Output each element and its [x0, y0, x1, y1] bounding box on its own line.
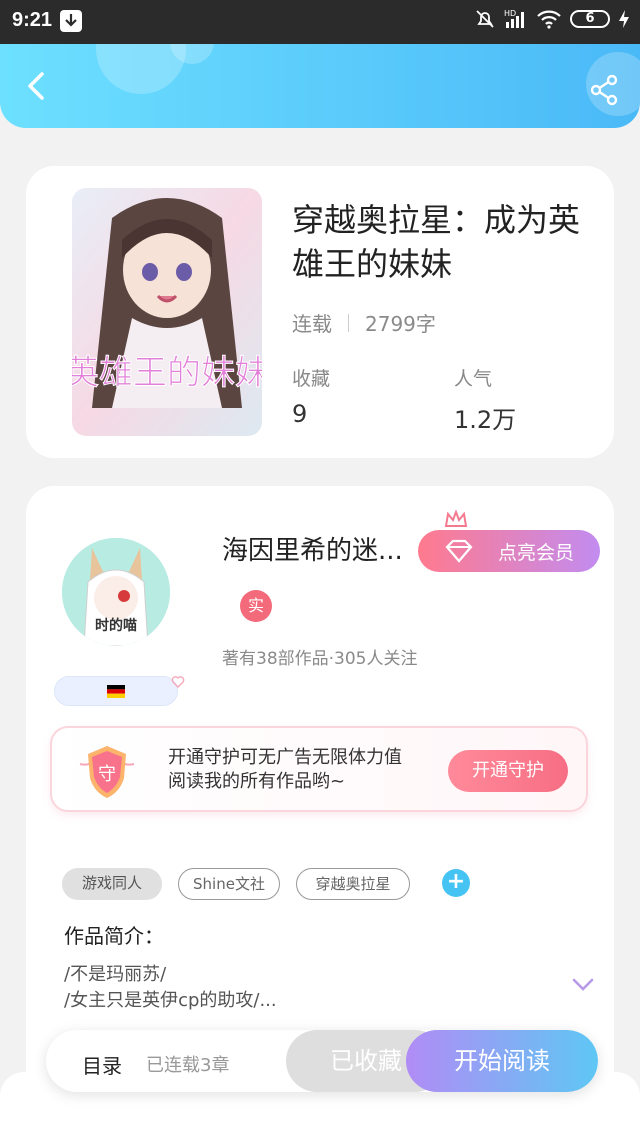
charging-icon	[619, 10, 629, 28]
top-header	[0, 44, 640, 128]
share-icon	[590, 74, 618, 106]
add-tag-button[interactable]: +	[442, 869, 470, 897]
author-works-info: 著有38部作品·305人关注	[222, 649, 418, 669]
diamond-icon	[445, 539, 473, 563]
svg-text:时的喵: 时的喵	[95, 617, 137, 634]
popularity-label: 人气	[454, 368, 493, 390]
wifi-icon	[537, 10, 561, 29]
intro-line: /不是玛丽苏/	[64, 964, 167, 985]
germany-flag-icon	[107, 685, 125, 698]
avatar-illustration: 时的喵	[62, 538, 170, 646]
cover-illustration: 英雄王的妹妹	[72, 188, 262, 436]
author-badge-bar	[54, 676, 185, 706]
author-name[interactable]: 海因里希的迷...	[222, 530, 403, 567]
open-guard-button[interactable]: 开通守护	[448, 750, 568, 792]
status-icons: HD 6	[474, 8, 630, 30]
tag-aola-star[interactable]: 穿越奥拉星	[296, 868, 410, 900]
book-meta: 连载 2799字	[292, 308, 436, 337]
vip-button-label: 点亮会员	[497, 541, 574, 564]
mute-bell-icon	[476, 10, 494, 28]
favorites-label: 收藏	[292, 368, 331, 390]
crown-icon	[444, 510, 468, 527]
heart-icon	[171, 676, 185, 688]
guard-shield-text: 守	[98, 764, 116, 785]
guard-banner: 守 开通守护可无广告无限体力值阅读我的所有作品哟~ 开通守护	[50, 726, 588, 812]
back-button[interactable]	[18, 66, 58, 106]
toc-link[interactable]: 目录	[82, 1050, 122, 1079]
share-button[interactable]	[588, 74, 620, 106]
verified-badge: 实	[240, 590, 272, 622]
book-status: 连载	[292, 312, 332, 336]
signal-icon: HD	[504, 9, 524, 28]
author-avatar[interactable]: 时的喵	[62, 538, 170, 646]
word-count: 2799字	[365, 312, 436, 336]
intro-text: /不是玛丽苏/ /女主只是英伊cp的助攻/...	[64, 962, 277, 1014]
download-icon	[60, 10, 82, 32]
book-cover[interactable]: 英雄王的妹妹	[72, 188, 262, 436]
chevron-left-icon	[28, 72, 44, 100]
book-info-card: 英雄王的妹妹 穿越奥拉星：成为英雄王的妹妹 连载 2799字 收藏 9 人气 1…	[26, 166, 614, 458]
vip-button[interactable]: 点亮会员	[418, 530, 600, 572]
start-reading-button[interactable]: 开始阅读	[406, 1030, 598, 1092]
battery-icon: 6	[570, 10, 610, 28]
intro-line: /女主只是英伊cp的助攻/...	[64, 990, 277, 1011]
status-bar: 9:21 HD 6	[0, 0, 640, 44]
plus-icon: +	[446, 869, 466, 894]
bottom-action-bar: 目录 已连载3章 已收藏 开始阅读	[46, 1030, 598, 1092]
popularity-value: 1.2万	[454, 406, 517, 434]
guard-shield-icon: 守	[79, 746, 135, 798]
chevron-down-icon[interactable]	[572, 978, 594, 992]
tag-shine-club[interactable]: Shine文社	[178, 868, 280, 900]
meta-divider	[348, 313, 349, 332]
favorites-value: 9	[292, 400, 308, 428]
status-time: 9:21	[12, 9, 53, 31]
cover-title-text: 英雄王的妹妹	[72, 353, 262, 393]
book-title: 穿越奥拉星：成为英雄王的妹妹	[292, 201, 581, 283]
svg-text:HD: HD	[504, 9, 516, 18]
tag-game-fanfic[interactable]: 游戏同人	[62, 868, 162, 900]
chapter-count[interactable]: 已连载3章	[146, 1051, 229, 1077]
intro-heading: 作品简介：	[64, 924, 164, 948]
guard-description: 开通守护可无广告无限体力值阅读我的所有作品哟~	[168, 747, 402, 792]
